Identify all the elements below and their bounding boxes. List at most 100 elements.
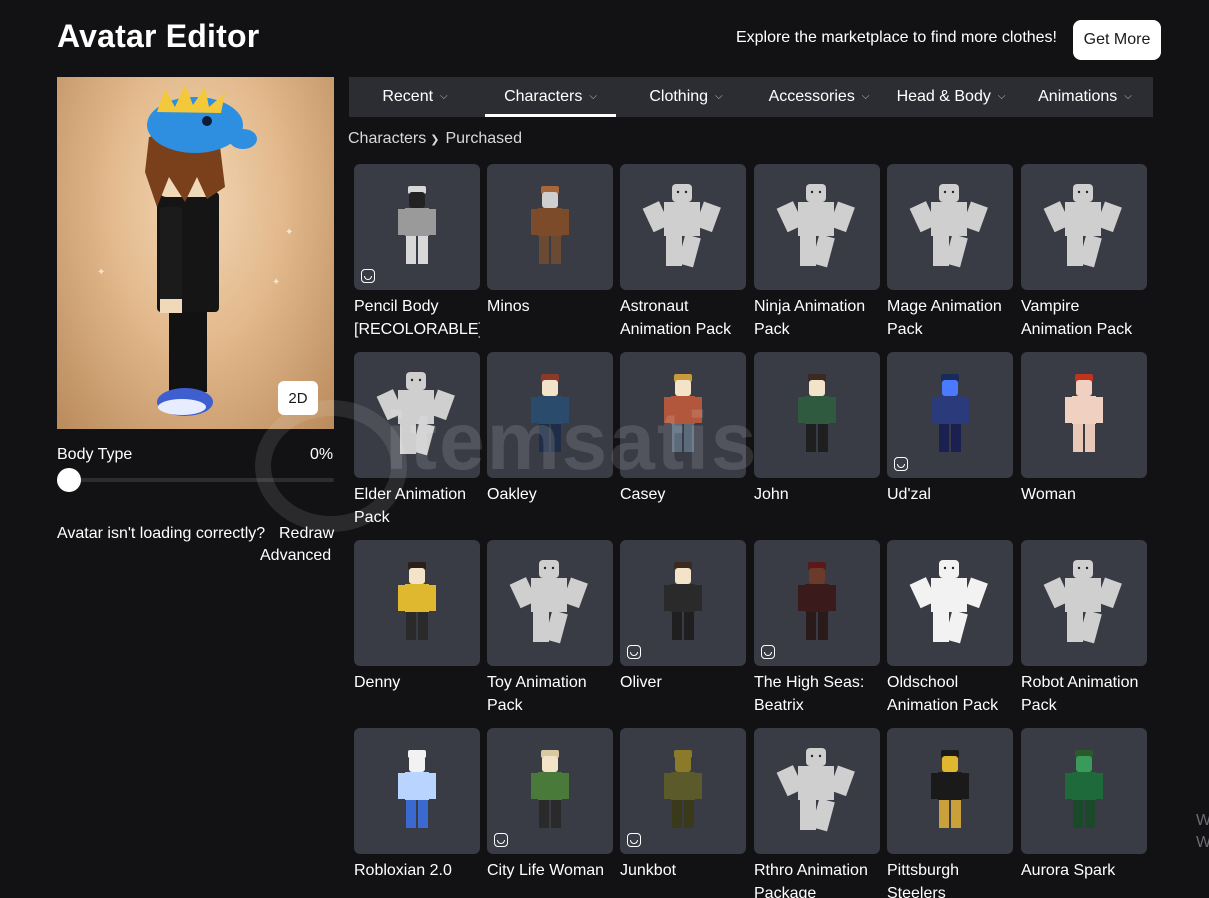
item-thumbnail[interactable] <box>887 352 1013 478</box>
item-name[interactable]: Robot Animation Pack <box>1021 671 1147 717</box>
item-card[interactable]: Pittsburgh Steelers <box>887 728 1014 898</box>
item-name[interactable]: Elder Animation Pack <box>354 483 480 529</box>
item-thumbnail[interactable] <box>487 164 613 290</box>
get-more-button[interactable]: Get More <box>1073 20 1161 60</box>
item-figure <box>376 372 455 456</box>
item-card[interactable]: Ud'zal <box>887 352 1014 506</box>
item-thumbnail[interactable] <box>754 540 880 666</box>
item-card[interactable]: Oakley <box>487 352 614 506</box>
item-card[interactable]: Vampire Animation Pack <box>1021 164 1148 341</box>
item-card[interactable]: Casey <box>620 352 747 506</box>
tab-accessories[interactable]: Accessories ⌵ <box>754 77 884 117</box>
item-name[interactable]: Ninja Animation Pack <box>754 295 880 341</box>
item-figure <box>931 750 969 828</box>
item-card[interactable]: Denny <box>354 540 481 694</box>
item-name[interactable]: Robloxian 2.0 <box>354 859 480 882</box>
emote-icon <box>627 833 641 847</box>
tab-animations[interactable]: Animations ⌵ <box>1025 77 1145 117</box>
item-card[interactable]: Minos <box>487 164 614 318</box>
item-thumbnail[interactable] <box>487 352 613 478</box>
body-type-slider-thumb[interactable] <box>57 468 81 492</box>
item-thumbnail[interactable] <box>620 728 746 854</box>
advanced-link[interactable]: Advanced <box>260 547 331 565</box>
item-name[interactable]: Oakley <box>487 483 613 506</box>
item-thumbnail[interactable] <box>754 164 880 290</box>
item-card[interactable]: Elder Animation Pack <box>354 352 481 529</box>
item-figure <box>531 186 569 264</box>
item-card[interactable]: John <box>754 352 881 506</box>
item-thumbnail[interactable] <box>354 728 480 854</box>
item-name[interactable]: Ud'zal <box>887 483 1013 506</box>
item-name[interactable]: Oliver <box>620 671 746 694</box>
item-thumbnail[interactable] <box>620 352 746 478</box>
item-thumbnail[interactable] <box>754 728 880 854</box>
body-type-slider-track[interactable] <box>57 478 334 482</box>
item-name[interactable]: Rthro Animation Package <box>754 859 880 898</box>
redraw-link[interactable]: Redraw <box>279 525 334 543</box>
tab-label: Clothing <box>649 88 709 105</box>
tab-clothing[interactable]: Clothing ⌵ <box>626 77 746 117</box>
item-name[interactable]: Pittsburgh Steelers <box>887 859 1013 898</box>
item-thumbnail[interactable] <box>354 164 480 290</box>
avatar-preview[interactable]: ✦ ✦ ✦ 2D <box>57 77 334 429</box>
item-card[interactable]: Astronaut Animation Pack <box>620 164 747 341</box>
item-thumbnail[interactable] <box>1021 164 1147 290</box>
item-name[interactable]: Astronaut Animation Pack <box>620 295 746 341</box>
avatar-editor-page: Avatar Editor Explore the marketplace to… <box>0 0 1209 898</box>
marketplace-promo-text: Explore the marketplace to find more clo… <box>735 29 1057 46</box>
item-thumbnail[interactable] <box>1021 540 1147 666</box>
item-thumbnail[interactable] <box>487 728 613 854</box>
item-card[interactable]: Mage Animation Pack <box>887 164 1014 341</box>
item-name[interactable]: Casey <box>620 483 746 506</box>
item-thumbnail[interactable] <box>620 164 746 290</box>
tab-recent[interactable]: Recent ⌵ <box>363 77 467 117</box>
item-name[interactable]: John <box>754 483 880 506</box>
item-name[interactable]: Minos <box>487 295 613 318</box>
item-thumbnail[interactable] <box>1021 728 1147 854</box>
item-thumbnail[interactable] <box>354 352 480 478</box>
item-name[interactable]: The High Seas: Beatrix <box>754 671 880 717</box>
item-thumbnail[interactable] <box>487 540 613 666</box>
item-card[interactable]: Woman <box>1021 352 1148 506</box>
item-card[interactable]: The High Seas: Beatrix <box>754 540 881 717</box>
item-thumbnail[interactable] <box>754 352 880 478</box>
item-card[interactable]: Oliver <box>620 540 747 694</box>
item-name[interactable]: Junkbot <box>620 859 746 882</box>
page-title: Avatar Editor <box>57 18 260 54</box>
item-figure <box>1065 374 1103 452</box>
item-card[interactable]: Pencil Body [RECOLORABLE] <box>354 164 481 341</box>
item-name[interactable]: Mage Animation Pack <box>887 295 1013 341</box>
tab-characters[interactable]: Characters ⌵ <box>485 77 616 117</box>
item-name[interactable]: Toy Animation Pack <box>487 671 613 717</box>
toggle-2d-button[interactable]: 2D <box>278 381 318 415</box>
item-name[interactable]: City Life Woman <box>487 859 613 882</box>
item-card[interactable]: Oldschool Animation Pack <box>887 540 1014 717</box>
item-card[interactable]: Robloxian 2.0 <box>354 728 481 882</box>
tab-label: Characters <box>504 88 583 105</box>
tab-head-body[interactable]: Head & Body ⌵ <box>886 77 1016 117</box>
breadcrumb-root[interactable]: Characters <box>348 130 426 147</box>
emote-icon <box>894 457 908 471</box>
item-thumbnail[interactable] <box>1021 352 1147 478</box>
item-thumbnail[interactable] <box>354 540 480 666</box>
side-text: WW <box>1196 812 1209 851</box>
item-card[interactable]: Aurora Spark <box>1021 728 1148 882</box>
item-name[interactable]: Oldschool Animation Pack <box>887 671 1013 717</box>
item-card[interactable]: Ninja Animation Pack <box>754 164 881 341</box>
item-card[interactable]: City Life Woman <box>487 728 614 882</box>
chevron-down-icon: ⌵ <box>440 90 448 102</box>
item-name[interactable]: Aurora Spark <box>1021 859 1147 882</box>
category-tabs: Recent ⌵ Characters ⌵ Clothing ⌵ Accessorie… <box>349 77 1153 117</box>
item-name[interactable]: Woman <box>1021 483 1147 506</box>
item-name[interactable]: Denny <box>354 671 480 694</box>
item-thumbnail[interactable] <box>887 728 1013 854</box>
item-thumbnail[interactable] <box>620 540 746 666</box>
item-card[interactable]: Junkbot <box>620 728 747 882</box>
item-thumbnail[interactable] <box>887 540 1013 666</box>
item-name[interactable]: Vampire Animation Pack <box>1021 295 1147 341</box>
item-card[interactable]: Rthro Animation Package <box>754 728 881 898</box>
item-name[interactable]: Pencil Body [RECOLORABLE] <box>354 295 480 341</box>
item-card[interactable]: Robot Animation Pack <box>1021 540 1148 717</box>
item-thumbnail[interactable] <box>887 164 1013 290</box>
item-card[interactable]: Toy Animation Pack <box>487 540 614 717</box>
